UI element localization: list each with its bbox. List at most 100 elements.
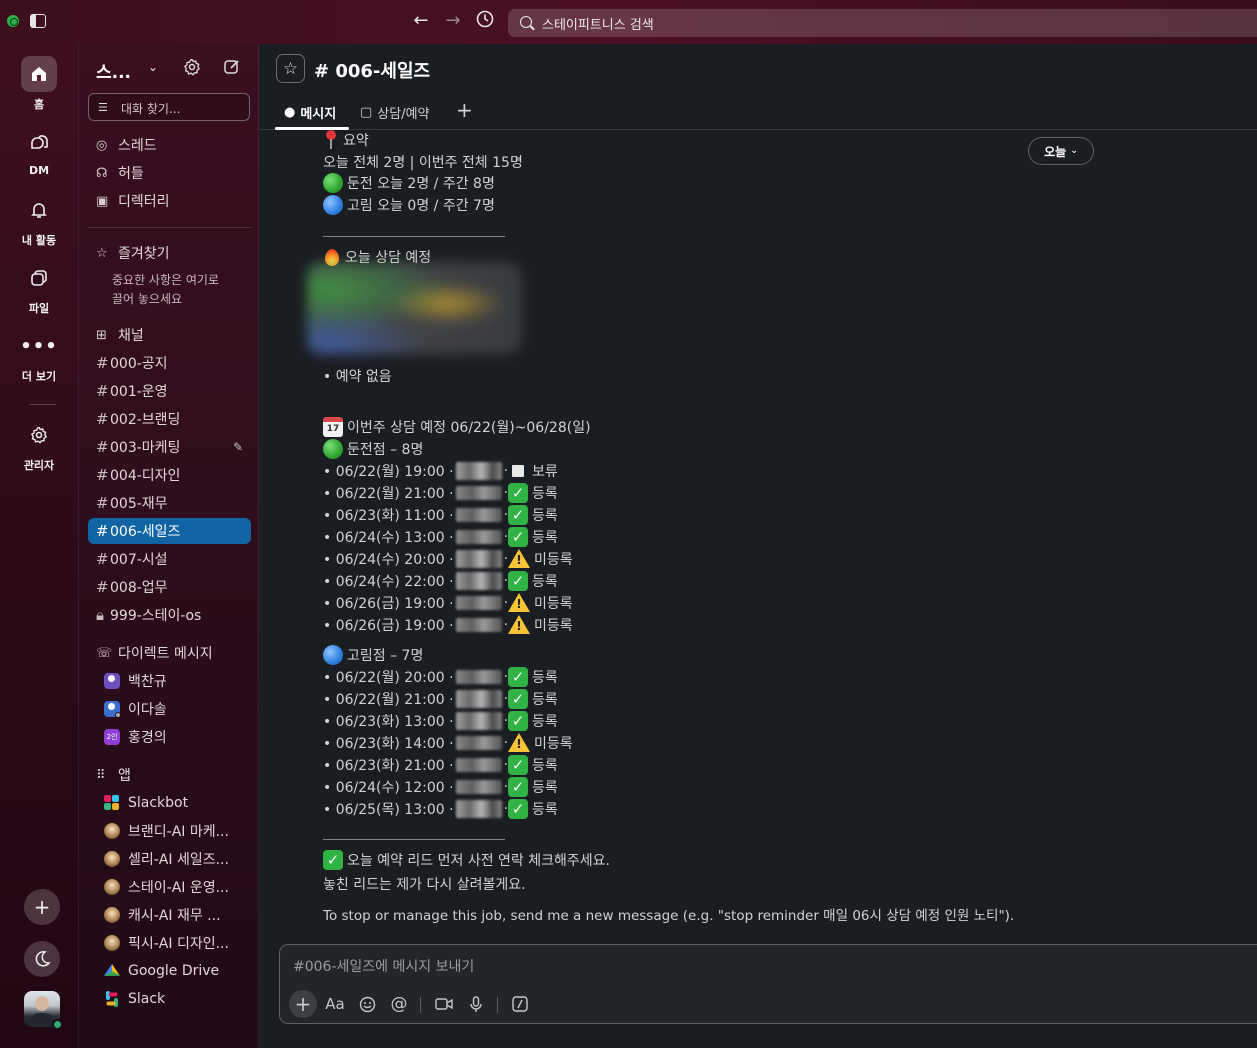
slash-command-button[interactable]: [510, 993, 530, 1015]
apps-header-label: 앱: [118, 768, 131, 784]
sidebar-channel-002[interactable]: #002-브랜딩: [88, 406, 251, 432]
summary-gorim-line: 고림 오늘 0명 / 주간 7명: [323, 195, 495, 215]
chevron-down-icon[interactable]: ⌄: [148, 60, 158, 74]
sidebar-channel-008[interactable]: #008-업무: [88, 574, 251, 600]
message-divider: [323, 839, 505, 840]
tab-consult[interactable]: ▢ 상담/예약: [360, 103, 430, 122]
sidebar-app-item[interactable]: 브랜디-AI 마케...: [88, 818, 251, 844]
add-tab-button[interactable]: +: [456, 98, 473, 122]
sidebar-channel-004[interactable]: #004-디자인: [88, 462, 251, 488]
sidebar-item-threads[interactable]: ◎ 스레드: [88, 132, 251, 158]
list-item: • 06/24(수) 13:00 · · ✓ 등록: [323, 527, 558, 547]
sidebar-channel-001[interactable]: #001-운영: [88, 378, 251, 404]
sidebar-channel-007[interactable]: #007-시설: [88, 546, 251, 572]
channel-title[interactable]: # 006-세일즈: [314, 57, 430, 83]
sidebar-channel-005[interactable]: #005-재무: [88, 490, 251, 516]
sidebar-app-item[interactable]: 셀리-AI 세일즈...: [88, 846, 251, 872]
tab-messages[interactable]: ● 메시지: [284, 103, 336, 122]
sidebar-app-item[interactable]: 픽시-AI 디자인...: [88, 930, 251, 956]
slackbot-icon: [104, 795, 120, 811]
home-icon: [21, 56, 57, 92]
search-bar[interactable]: 스테이피트니스 검색: [508, 9, 1257, 37]
find-conversation-input[interactable]: ☰ 대화 찾기...: [88, 93, 250, 121]
sidebar-app-item[interactable]: Slackbot: [88, 790, 251, 816]
sidebar-item-label: 허들: [118, 166, 144, 182]
blue-circle-emoji-icon: [323, 645, 343, 665]
dark-mode-moon-icon[interactable]: [24, 941, 60, 977]
star-icon: ☆: [282, 58, 299, 79]
add-workspace-button[interactable]: +: [24, 889, 60, 925]
check-emoji-icon: ✓: [508, 799, 529, 819]
list-item: • 06/22(월) 21:00 · · ✓ 등록: [323, 689, 558, 709]
date-pill-label: 오늘: [1044, 144, 1067, 159]
emoji-button[interactable]: [357, 993, 377, 1015]
redacted-name: [455, 758, 502, 772]
channel-label: 006-세일즈: [110, 524, 181, 540]
edit-pencil-icon[interactable]: ✎: [233, 440, 243, 454]
sidebar-app-item[interactable]: Slack: [88, 986, 251, 1012]
rail-more[interactable]: ••• 더 보기: [0, 328, 78, 384]
favorites-note-line-1: 중요한 사항은 여기로: [112, 273, 219, 287]
dunjeon-header: 둔전점 – 8명: [347, 442, 424, 458]
sidebar-dm-item[interactable]: 백찬규: [88, 668, 251, 694]
rail-admin[interactable]: 관리자: [0, 417, 78, 473]
hash-icon: #: [96, 354, 109, 372]
sidebar-dm-item[interactable]: 2인 홍경의: [88, 724, 251, 750]
summary-dunjeon: 둔전 오늘 2명 / 주간 8명: [347, 176, 495, 192]
sidebar-divider: [88, 227, 251, 228]
row-time: • 06/22(월) 19:00 ·: [323, 464, 454, 480]
microphone-button[interactable]: [466, 993, 486, 1015]
video-clip-button[interactable]: [433, 993, 455, 1015]
list-item: • 06/23(화) 14:00 ··미등록: [323, 733, 573, 753]
back-arrow-icon[interactable]: ←: [410, 10, 432, 32]
sidebar-channel-999[interactable]: 🔒︎ 999-스테이-os: [88, 602, 251, 628]
sidebar-dm-item[interactable]: 이다솔: [88, 696, 251, 722]
sidebar-app-item[interactable]: Google Drive: [88, 958, 251, 984]
channels-label: 채널: [118, 328, 144, 344]
attach-plus-button[interactable]: +: [289, 990, 317, 1018]
summary-line: 오늘 전체 2명 | 이번주 전체 15명: [323, 155, 523, 171]
rail-home[interactable]: 홈: [0, 56, 78, 112]
row-status: 미등록: [534, 618, 573, 634]
date-jump-pill[interactable]: 오늘 ⌄: [1028, 137, 1094, 165]
channel-label: 003-마케팅: [110, 440, 181, 456]
check-emoji-icon: ✓: [323, 850, 343, 870]
rail-dm-label: DM: [28, 164, 50, 177]
star-channel-button[interactable]: ☆: [276, 54, 305, 83]
check-emoji-icon: ✓: [508, 689, 529, 709]
settings-gear-icon[interactable]: [181, 58, 203, 80]
forward-arrow-icon[interactable]: →: [442, 10, 464, 32]
gorim-header: 고림점 – 7명: [347, 648, 424, 664]
redacted-name: [455, 712, 502, 730]
rail-dm[interactable]: DM: [0, 124, 78, 177]
week-title-line: 17 이번주 상담 예정 06/22(월)~06/28(일): [323, 417, 591, 437]
apps-header[interactable]: ⠿ 앱: [88, 762, 251, 788]
rail-activity[interactable]: 내 활동: [0, 192, 78, 248]
avatar: [104, 701, 121, 718]
closing-line-2: 놓친 리드는 제가 다시 살려볼게요.: [323, 877, 526, 893]
history-icon[interactable]: [474, 10, 496, 32]
composer-placeholder: #006-세일즈에 메시지 보내기: [293, 959, 475, 975]
sidebar-channel-006[interactable]: #006-세일즈: [88, 518, 251, 544]
compose-icon[interactable]: [221, 58, 243, 80]
format-text-button[interactable]: Aa: [324, 993, 346, 1015]
toolbar-divider: [497, 997, 498, 1013]
list-item: • 06/26(금) 19:00 ··미등록: [323, 593, 573, 613]
message-composer[interactable]: #006-세일즈에 메시지 보내기 + Aa @: [279, 944, 1257, 1024]
workspace-name[interactable]: 스...: [96, 58, 131, 83]
dm-header[interactable]: ☏ 다이렉트 메시지: [88, 640, 251, 666]
row-status: 등록: [532, 670, 558, 686]
favorites-header[interactable]: ☆ 즐겨찾기: [88, 240, 251, 266]
sidebar-item-huddles[interactable]: ☊ 허들: [88, 160, 251, 186]
sidebar-channel-003[interactable]: #003-마케팅 ✎: [88, 434, 251, 460]
rail-files[interactable]: 파일: [0, 260, 78, 316]
sidebar-app-item[interactable]: 캐시-AI 재무 ...: [88, 902, 251, 928]
toggle-sidebar-icon[interactable]: [30, 14, 46, 28]
redacted-name: [455, 670, 502, 684]
mention-button[interactable]: @: [389, 993, 409, 1015]
sidebar-app-item[interactable]: 스테이-AI 운영...: [88, 874, 251, 900]
channels-header[interactable]: ⊞ 채널: [88, 322, 251, 348]
row-status: 등록: [532, 692, 558, 708]
sidebar-item-directory[interactable]: ▣ 디렉터리: [88, 188, 251, 214]
sidebar-channel-000[interactable]: #000-공지: [88, 350, 251, 376]
